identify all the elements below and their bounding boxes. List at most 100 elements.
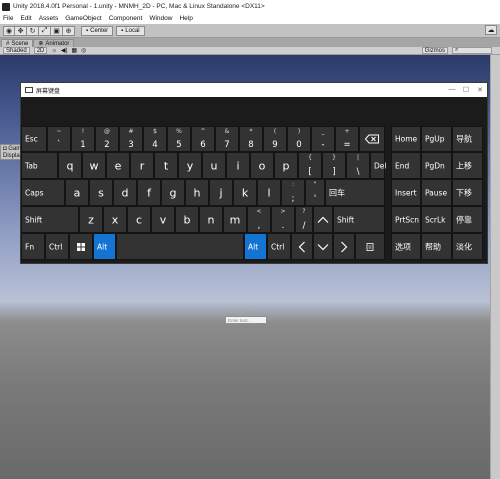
key-backspace[interactable] [359,126,385,152]
key-scrlk[interactable]: ScrLk [421,206,452,233]
key-del[interactable]: Del [370,152,386,179]
key-b[interactable]: b [175,206,199,233]
key-o[interactable]: o [250,152,274,179]
key-enter[interactable]: 回车 [325,179,385,206]
key-6[interactable]: ^ 6 [191,126,215,152]
maximize-icon[interactable]: ☐ [459,86,473,94]
collab-button[interactable]: ☁ [485,25,497,35]
key-4[interactable]: $4 [143,126,167,152]
key-left-arrow[interactable] [291,233,313,260]
game-input-field[interactable]: Enter text... [225,316,267,324]
key-comma[interactable]: <, [247,206,271,233]
pivot-center-toggle[interactable]: ▪ Center [81,25,114,36]
key-space[interactable] [116,233,244,260]
hand-tool-button[interactable]: ◉ [3,25,15,36]
key-9[interactable]: (9 [263,126,287,152]
key-help[interactable]: 帮助 [421,233,452,260]
hidden-objects-icon[interactable]: ◎ [81,47,86,54]
key-nav[interactable]: 导航 [452,126,483,152]
osk-title-bar[interactable]: 屏幕键盘 — ☐ ✕ [21,83,487,97]
scene-scrollbar[interactable] [490,55,500,479]
key-n[interactable]: n [199,206,223,233]
key-left-ctrl[interactable]: Ctrl [45,233,69,260]
key-g[interactable]: g [161,179,185,206]
key-e[interactable]: e [106,152,130,179]
key-fade[interactable]: 淡化 [452,233,483,260]
scale-tool-button[interactable]: ⤢ [39,25,51,36]
rect-tool-button[interactable]: ▣ [51,25,63,36]
key-s[interactable]: s [89,179,113,206]
tab-animator[interactable]: ⊗ Animator [33,39,75,47]
menu-component[interactable]: Component [109,15,143,22]
key-end[interactable]: End [391,152,421,179]
shading-mode-dropdown[interactable]: Shaded [3,47,30,54]
key-1[interactable]: ! 1 [71,126,95,152]
pivot-space-toggle[interactable]: ▪ Local [116,25,145,36]
key-up-arrow[interactable] [313,206,333,233]
key-0[interactable]: ) 0 [287,126,311,152]
key-q[interactable]: q [58,152,82,179]
key-i[interactable]: i [226,152,250,179]
key-esc[interactable]: Esc [21,126,47,152]
key-semicolon[interactable]: :; [281,179,305,206]
key-z[interactable]: z [79,206,103,233]
key-f[interactable]: f [137,179,161,206]
lighting-icon[interactable]: ☼ [51,48,57,54]
menu-file[interactable]: File [3,15,13,22]
effects-icon[interactable]: ▦ [71,47,77,54]
key-right-shift[interactable]: Shift [333,206,385,233]
tab-game[interactable]: ◘ Gam [1,145,21,152]
key-a[interactable]: a [65,179,89,206]
key-right-alt[interactable]: Alt [244,233,267,260]
menu-edit[interactable]: Edit [20,15,31,22]
key-options[interactable]: 选项 [391,233,421,260]
key-period[interactable]: >. [271,206,295,233]
key-right-ctrl[interactable]: Ctrl [267,233,291,260]
gizmos-dropdown[interactable]: Gizmos [421,47,448,54]
key-down-arrow[interactable] [313,233,333,260]
key-8[interactable]: * 8 [239,126,263,152]
key-insert[interactable]: Insert [391,179,421,206]
key-w[interactable]: w [82,152,106,179]
key-windows[interactable] [69,233,93,260]
menu-assets[interactable]: Assets [39,15,59,22]
key-move-down[interactable]: 下移 [452,179,483,206]
key-x[interactable]: x [103,206,127,233]
key-slash[interactable]: ? / [295,206,313,233]
scene-search-field[interactable]: ⌕ [452,47,492,54]
move-tool-button[interactable]: ✥ [15,25,27,36]
key-h[interactable]: h [185,179,209,206]
key-prtscn[interactable]: PrtScn [391,206,421,233]
key-m[interactable]: m [223,206,247,233]
key-pgdn[interactable]: PgDn [421,152,452,179]
rotate-tool-button[interactable]: ↻ [27,25,39,36]
key-dock[interactable]: 停靠 [452,206,483,233]
key-left-alt[interactable]: Alt [93,233,116,260]
key-equals[interactable]: + = [335,126,359,152]
key-3[interactable]: #3 [119,126,143,152]
key-r[interactable]: r [130,152,154,179]
key-right-bracket[interactable]: }] [322,152,346,179]
key-5[interactable]: % 5 [167,126,191,152]
key-move-up[interactable]: 上移 [452,152,483,179]
key-t[interactable]: t [154,152,178,179]
key-tab[interactable]: Tab [21,152,58,179]
menu-gameobject[interactable]: GameObject [65,15,102,22]
key-fn[interactable]: Fn [21,233,45,260]
display-dropdown[interactable]: Displa [1,152,21,159]
key-caps[interactable]: Caps [21,179,65,206]
minimize-icon[interactable]: — [445,86,459,94]
key-grave[interactable]: ~ ` [47,126,71,152]
key-y[interactable]: y [178,152,202,179]
audio-icon[interactable]: ◀) [61,47,68,54]
key-l[interactable]: l [257,179,281,206]
key-7[interactable]: & 7 [215,126,239,152]
key-left-bracket[interactable]: {[ [298,152,322,179]
close-icon[interactable]: ✕ [473,86,487,94]
key-d[interactable]: d [113,179,137,206]
key-quote[interactable]: " ' [305,179,325,206]
key-backslash[interactable]: | \ [346,152,370,179]
key-right-arrow[interactable] [333,233,355,260]
key-p[interactable]: p [274,152,298,179]
tab-scene[interactable]: # Scene [1,39,34,47]
